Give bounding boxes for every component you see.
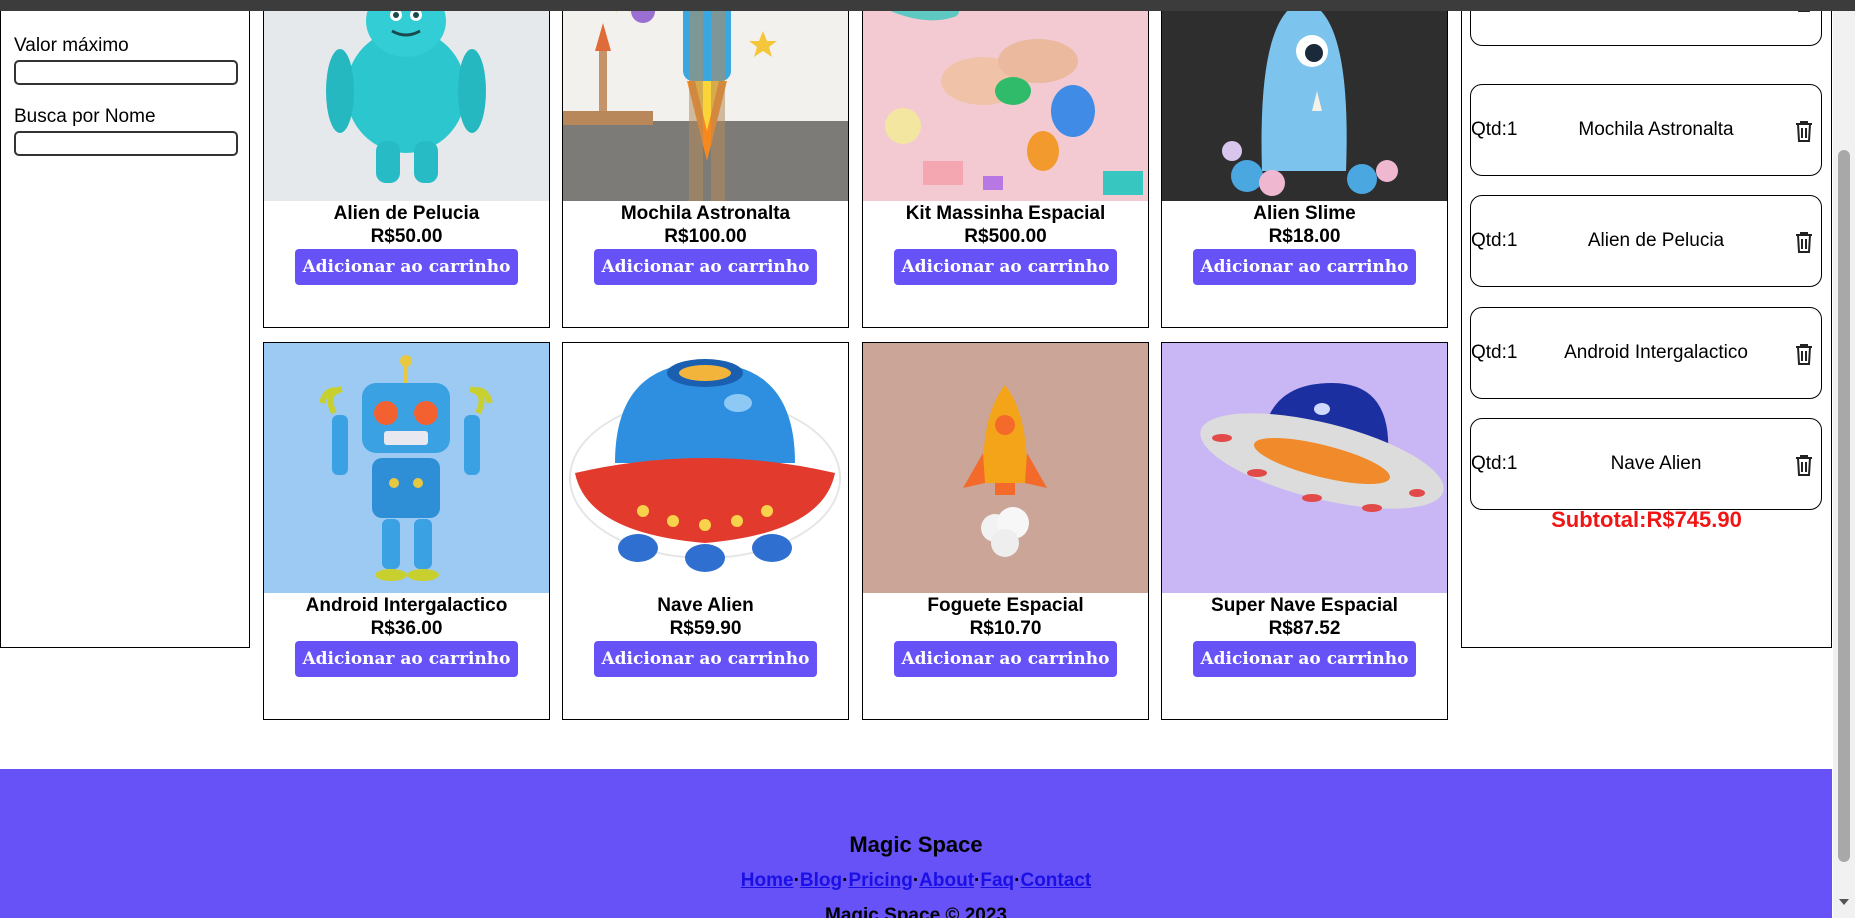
blue-slime-alien-image xyxy=(1162,0,1447,201)
max-value-label: Valor máximo xyxy=(14,35,129,56)
footer-links: Home·Blog·Pricing·About·Faq·Contact xyxy=(0,870,1832,892)
add-to-cart-button[interactable]: Adicionar ao carrinho xyxy=(295,641,518,677)
add-to-cart-button[interactable]: Adicionar ao carrinho xyxy=(894,641,1117,677)
add-to-cart-button[interactable]: Adicionar ao carrinho xyxy=(295,249,518,285)
page-scrollbar[interactable] xyxy=(1833,11,1855,918)
cart-item-name: Mochila Astronalta xyxy=(1578,119,1734,140)
footer-copyright: Magic Space © 2023 xyxy=(825,905,1007,918)
product-card: Nave Alien R$59.90 Adicionar ao carrinho xyxy=(562,342,849,720)
add-to-cart-button[interactable]: Adicionar ao carrinho xyxy=(594,641,817,677)
footer-link-blog[interactable]: Blog xyxy=(800,870,842,891)
scrollbar-thumb[interactable] xyxy=(1838,150,1850,862)
play-dough-hands-image xyxy=(863,0,1148,201)
footer-link-about[interactable]: About xyxy=(919,870,974,891)
cart-item: Qtd:1 Nave Alien xyxy=(1470,418,1822,510)
filters-panel: Valor máximo Busca por Nome xyxy=(0,0,250,648)
product-card: Android Intergalactico R$36.00 Adicionar… xyxy=(263,342,550,720)
product-name: Alien Slime xyxy=(1253,203,1356,224)
cart-item-name: Alien de Pelucia xyxy=(1587,230,1725,251)
product-card: Foguete Espacial R$10.70 Adicionar ao ca… xyxy=(862,342,1149,720)
product-name: Kit Massinha Espacial xyxy=(905,203,1106,224)
cart-item-qty: Qtd:1 xyxy=(1471,230,1518,251)
product-card: Alien de Pelucia R$50.00 Adicionar ao ca… xyxy=(263,0,550,328)
trash-icon[interactable] xyxy=(1793,230,1815,254)
cart-item-qty: Qtd:1 xyxy=(1471,119,1518,140)
add-to-cart-button[interactable]: Adicionar ao carrinho xyxy=(1193,641,1416,677)
cart-item-qty: Qtd:1 xyxy=(1471,453,1518,474)
cart-item: Qtd:1 Alien de Pelucia xyxy=(1470,195,1822,287)
cart-item-name: Nave Alien xyxy=(1610,453,1702,474)
cart-item-qty: Qtd:1 xyxy=(1471,342,1518,363)
footer-link-home[interactable]: Home xyxy=(741,870,794,891)
trash-icon[interactable] xyxy=(1793,453,1815,477)
product-name: Super Nave Espacial xyxy=(1211,595,1398,616)
ufo-sticker-image xyxy=(563,343,848,593)
footer-brand: Magic Space xyxy=(849,832,983,857)
name-search-input[interactable] xyxy=(14,131,238,156)
scroll-down-arrow-icon[interactable] xyxy=(1839,899,1849,905)
product-name: Foguete Espacial xyxy=(927,595,1084,616)
add-to-cart-button[interactable]: Adicionar ao carrinho xyxy=(894,249,1117,285)
product-price: R$36.00 xyxy=(370,618,443,639)
add-to-cart-button[interactable]: Adicionar ao carrinho xyxy=(594,249,817,285)
trash-icon[interactable] xyxy=(1793,119,1815,143)
product-price: R$87.52 xyxy=(1268,618,1341,639)
trash-icon[interactable] xyxy=(1793,342,1815,366)
browser-top-bar xyxy=(0,0,1855,11)
product-price: R$500.00 xyxy=(964,226,1047,247)
footer-link-contact[interactable]: Contact xyxy=(1020,870,1091,891)
product-price: R$18.00 xyxy=(1268,226,1341,247)
blue-robot-image xyxy=(264,343,549,593)
orange-rocket-image xyxy=(863,343,1148,593)
cart-panel: Qtd:1 Kit Massinha Espacial Qtd:1 Mochil… xyxy=(1461,0,1832,648)
rocket-jetpack-kid-image xyxy=(563,0,848,201)
cart-item: Qtd:1 Android Intergalactico xyxy=(1470,307,1822,399)
product-name: Mochila Astronalta xyxy=(620,203,791,224)
max-value-input[interactable] xyxy=(14,60,238,85)
product-price: R$100.00 xyxy=(664,226,747,247)
product-card: Super Nave Espacial R$87.52 Adicionar ao… xyxy=(1161,342,1448,720)
cart-item: Qtd:1 Mochila Astronalta xyxy=(1470,84,1822,176)
product-price: R$50.00 xyxy=(370,226,443,247)
product-name: Alien de Pelucia xyxy=(333,203,480,224)
site-footer: Magic Space Home·Blog·Pricing·About·Faq·… xyxy=(0,769,1832,918)
name-search-label: Busca por Nome xyxy=(14,106,156,127)
footer-link-faq[interactable]: Faq xyxy=(980,870,1014,891)
cart-item-name: Android Intergalactico xyxy=(1564,342,1748,363)
product-name: Android Intergalactico xyxy=(305,595,508,616)
product-card: Kit Massinha Espacial R$500.00 Adicionar… xyxy=(862,0,1149,328)
product-card: Mochila Astronalta R$100.00 Adicionar ao… xyxy=(562,0,849,328)
cart-subtotal: Subtotal:R$745.90 xyxy=(1551,507,1742,532)
add-to-cart-button[interactable]: Adicionar ao carrinho xyxy=(1193,249,1416,285)
product-card: Alien Slime R$18.00 Adicionar ao carrinh… xyxy=(1161,0,1448,328)
footer-link-pricing[interactable]: Pricing xyxy=(848,870,912,891)
product-price: R$59.90 xyxy=(669,618,742,639)
grey-ufo-purple-image xyxy=(1162,343,1447,593)
product-name: Nave Alien xyxy=(657,595,754,616)
product-price: R$10.70 xyxy=(969,618,1042,639)
teal-plush-yeti-image xyxy=(264,0,549,201)
